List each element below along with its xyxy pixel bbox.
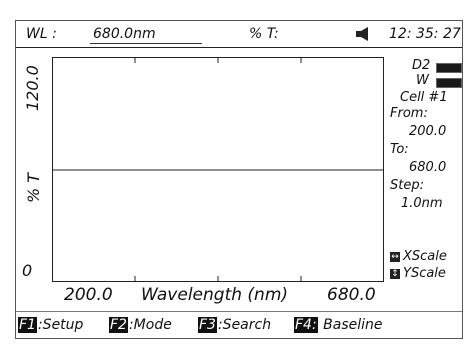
y-axis-title: % T <box>24 172 43 203</box>
f2-mode-button[interactable]: F2:Mode <box>109 317 172 333</box>
to-label: To: <box>390 142 409 157</box>
clock-time: 12: 35: 27 <box>389 26 461 42</box>
wavelength-underline <box>90 43 202 44</box>
from-label: From: <box>390 106 428 121</box>
function-key-bar: F1:Setup F2:Mode F3:Search F4: Baseline <box>16 311 462 339</box>
xscale-label: XScale <box>403 249 447 264</box>
f2-key: F2 <box>109 317 128 333</box>
info-panel: D2 W Cell #1 From: 200.0 To: 680.0 Step:… <box>390 55 462 285</box>
xscale-control[interactable]: ↔ XScale <box>390 249 447 264</box>
y-axis-max-label: 120.0 <box>23 65 42 111</box>
x-axis-min-label: 200.0 <box>64 285 113 305</box>
f1-setup-button[interactable]: F1:Setup <box>18 317 83 333</box>
wavelength-label: WL : <box>26 26 57 42</box>
percent-t-label: % T: <box>249 26 279 42</box>
wavelength-value: 680.0nm <box>93 26 156 42</box>
lamp-d2-indicator <box>436 63 462 73</box>
f3-search-button[interactable]: F3:Search <box>198 317 271 333</box>
f1-label: :Setup <box>37 317 84 333</box>
lamp-w-indicator <box>436 78 462 88</box>
header-divider <box>16 47 462 48</box>
status-bar: WL : 680.0nm % T: 12: 35: 27 <box>16 21 462 47</box>
f3-key: F3 <box>198 317 217 333</box>
speaker-icon <box>356 27 368 41</box>
instrument-screen: WL : 680.0nm % T: 12: 35: 27 120.0 % T 0… <box>15 20 463 339</box>
to-value: 680.0 <box>409 160 447 175</box>
yscale-label: YScale <box>403 266 446 281</box>
f4-baseline-button[interactable]: F4: Baseline <box>294 317 383 333</box>
device-bezel: WL : 680.0nm % T: 12: 35: 27 120.0 % T 0… <box>0 0 475 347</box>
f3-label: :Search <box>217 317 272 333</box>
xscale-arrows-icon: ↔ <box>390 252 400 262</box>
yscale-control[interactable]: ↕ YScale <box>390 266 446 281</box>
cell-number: Cell #1 <box>400 90 448 105</box>
plot-area <box>52 57 384 282</box>
yscale-arrows-icon: ↕ <box>390 269 400 279</box>
f2-label: :Mode <box>128 317 172 333</box>
x-axis-max-label: 680.0 <box>327 285 376 305</box>
f4-key: F4: <box>294 317 318 333</box>
x-axis-title: Wavelength (nm) <box>141 285 289 305</box>
step-label: Step: <box>390 178 424 193</box>
f4-label: Baseline <box>318 317 383 333</box>
lamp-d2-label: D2 <box>412 58 431 73</box>
lamp-w-label: W <box>416 73 429 88</box>
from-value: 200.0 <box>409 124 447 139</box>
plot-frame <box>52 57 384 282</box>
f1-key: F1 <box>18 317 37 333</box>
y-axis-min-label: 0 <box>22 261 33 280</box>
step-value: 1.0nm <box>401 196 443 211</box>
